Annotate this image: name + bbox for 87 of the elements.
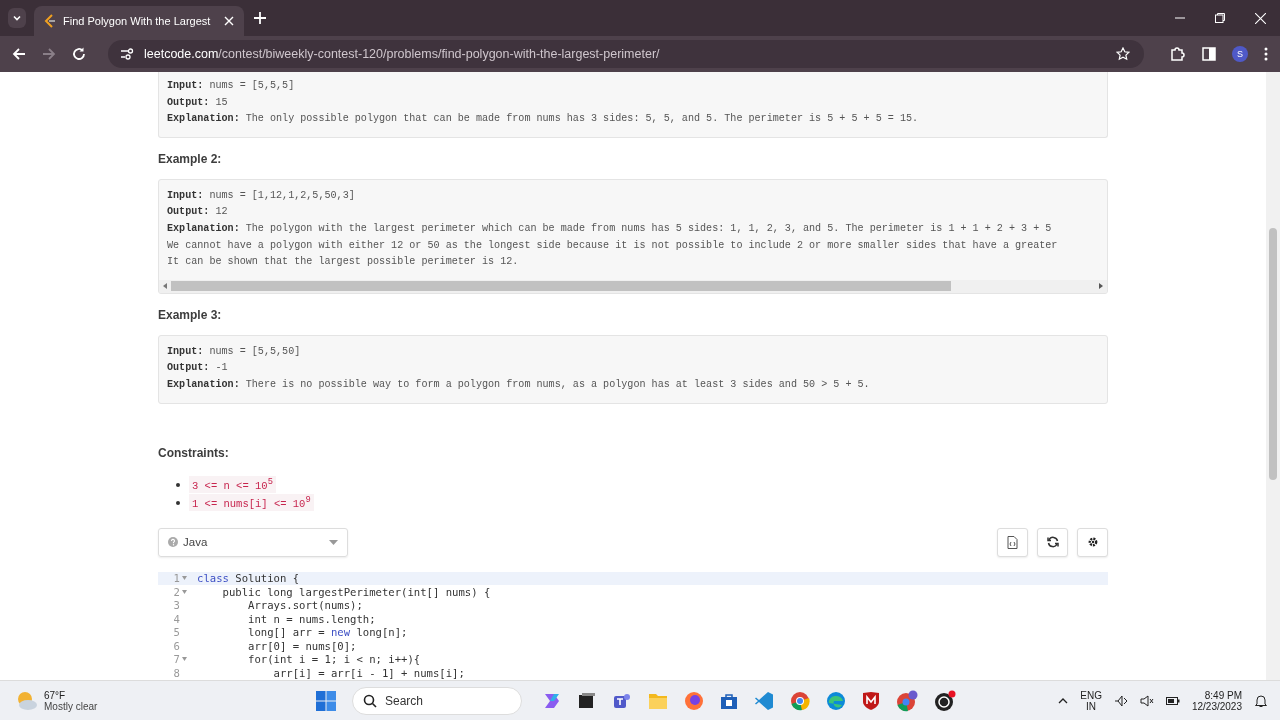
- taskbar-search-field[interactable]: Search: [352, 686, 522, 715]
- line-number: 5: [172, 626, 180, 639]
- chrome-profile-icon[interactable]: [896, 689, 918, 712]
- example-line: Explanation: There is no possible way to form a polygon from nums, as a polygon has at least 3 sides and 50 > 5 + 5.: [167, 377, 871, 392]
- line-number: 7: [172, 653, 180, 666]
- example-heading: Example 3:: [158, 307, 223, 322]
- weather-text: Mostly clear: [44, 700, 98, 712]
- example-line: Output: 12: [167, 205, 229, 220]
- shield-icon[interactable]: [862, 690, 880, 711]
- code-line: for(int i = 1; i < n; i++){: [247, 653, 421, 666]
- profile-avatar[interactable]: S: [1232, 46, 1248, 62]
- windows-start-icon[interactable]: [316, 690, 336, 711]
- code-line: public long largestPerimeter(int[] nums) {: [221, 585, 491, 598]
- scroll-right-icon[interactable]: [1099, 283, 1103, 290]
- address-bar[interactable]: leetcode.com/contest/biweekly-contest-120/problems/find-polygon-with-the-largest-perimeter/: [108, 40, 1144, 68]
- example-line: Output: 15: [167, 95, 229, 110]
- fold-arrow-icon[interactable]: [182, 576, 187, 581]
- back-icon[interactable]: [12, 47, 26, 61]
- code-line: arr[i] = arr[i - 1] + nums[i];: [272, 666, 465, 679]
- example-line: Input: nums = [5,5,5]: [167, 79, 296, 93]
- example-line: It can be shown that the largest possible perimeter is 12.: [167, 255, 520, 270]
- chevron-up-icon[interactable]: [1058, 697, 1069, 704]
- language-dropdown[interactable]: Java: [158, 527, 348, 557]
- temperature: 67°F: [44, 689, 67, 701]
- battery-icon[interactable]: [1165, 695, 1180, 706]
- line-number: 3: [172, 599, 180, 612]
- settings-button[interactable]: [1077, 527, 1108, 557]
- tab-title: Find Polygon With the Largest: [63, 15, 212, 27]
- browser-tab[interactable]: Find Polygon With the Largest: [34, 6, 244, 36]
- close-icon[interactable]: [1255, 12, 1266, 24]
- reset-button[interactable]: [1037, 527, 1068, 557]
- example-line: Explanation: The polygon with the largest perimeter which can be made from nums has 5 sides: 1, 1, 2, 3, and 5. The perimeter is 1 + 1 + 2 + 3 + 5: [167, 221, 1053, 236]
- scroll-left-icon[interactable]: [163, 283, 167, 290]
- constraints-heading: Constraints:: [158, 445, 230, 460]
- reload-icon[interactable]: [72, 47, 86, 61]
- url-text: leetcode.com/contest/biweekly-contest-120/problems/find-polygon-with-the-largest-perimeter/: [144, 47, 660, 61]
- bookmark-star-icon[interactable]: [1116, 47, 1130, 61]
- notes-button[interactable]: [997, 527, 1028, 557]
- input-region[interactable]: IN: [1086, 700, 1097, 712]
- example-line: We cannot have a polygon with either 12 or 50 as the longest side because it is not possible to include 2 or more smaller sides that have a greater: [167, 238, 1059, 253]
- menu-icon[interactable]: [1264, 47, 1268, 61]
- task-view-icon[interactable]: [578, 691, 596, 710]
- site-settings-icon[interactable]: [120, 48, 134, 60]
- edge-icon[interactable]: [826, 690, 846, 711]
- line-number: 2: [172, 585, 180, 598]
- example-line: Input: nums = [1,12,1,2,5,50,3]: [167, 188, 356, 203]
- line-number: 8: [172, 666, 180, 679]
- puzzle-icon[interactable]: [1170, 46, 1186, 62]
- clock-time[interactable]: 8:49 PM: [1204, 689, 1242, 701]
- code-line: int n = nums.length;: [247, 612, 376, 625]
- refresh-icon: [1046, 536, 1059, 549]
- caret-icon: [329, 539, 338, 545]
- chevron-down-icon: [12, 13, 22, 23]
- notification-bell-icon[interactable]: [1254, 693, 1268, 708]
- code-line: class Solution {: [197, 572, 300, 585]
- fold-arrow-icon[interactable]: [182, 589, 187, 594]
- help-icon: [168, 537, 178, 548]
- new-tab-icon[interactable]: [254, 12, 266, 24]
- line-number: 1: [172, 572, 180, 585]
- clock-date[interactable]: 12/23/2023: [1191, 700, 1242, 712]
- chrome-icon[interactable]: [790, 690, 810, 711]
- line-number: 6: [172, 639, 180, 652]
- muted-speaker-icon[interactable]: [1139, 694, 1154, 707]
- line-number: 4: [172, 612, 180, 625]
- store-icon[interactable]: [720, 691, 738, 710]
- example-line: Input: nums = [5,5,50]: [167, 344, 302, 359]
- example-line: Output: -1: [167, 361, 229, 376]
- restore-icon[interactable]: [1215, 13, 1225, 23]
- example-line: Explanation: The only possible polygon that can be made from nums has 3 sides: 5, 5, and 5. The perimeter is 5 + 5 + 5 = 15.: [167, 112, 920, 127]
- input-language[interactable]: ENG: [1080, 689, 1102, 701]
- firefox-icon[interactable]: [684, 690, 704, 711]
- fold-arrow-icon[interactable]: [182, 657, 187, 662]
- vertical-scrollbar[interactable]: [1266, 72, 1280, 680]
- tab-list-button[interactable]: [8, 8, 26, 28]
- forward-icon[interactable]: [42, 47, 56, 61]
- vscode-icon[interactable]: [754, 690, 774, 711]
- horizontal-scrollbar[interactable]: [159, 279, 1107, 293]
- gear-icon: [1086, 536, 1099, 549]
- code-line: arr[0] = nums[0];: [247, 639, 357, 652]
- close-icon[interactable]: [224, 16, 234, 26]
- side-panel-icon[interactable]: [1202, 47, 1216, 61]
- constraint-code: 3 <= n <= 10$^{5}$: [189, 476, 276, 493]
- code-line: Arrays.sort(nums);: [247, 599, 363, 612]
- constraint-code: 1 <= nums[i] <= 10$^{9}$: [189, 494, 314, 511]
- code-line: long[] arr = new long[n];: [247, 626, 408, 639]
- code-file-icon: [1007, 535, 1018, 549]
- example-heading: Example 2:: [158, 151, 223, 166]
